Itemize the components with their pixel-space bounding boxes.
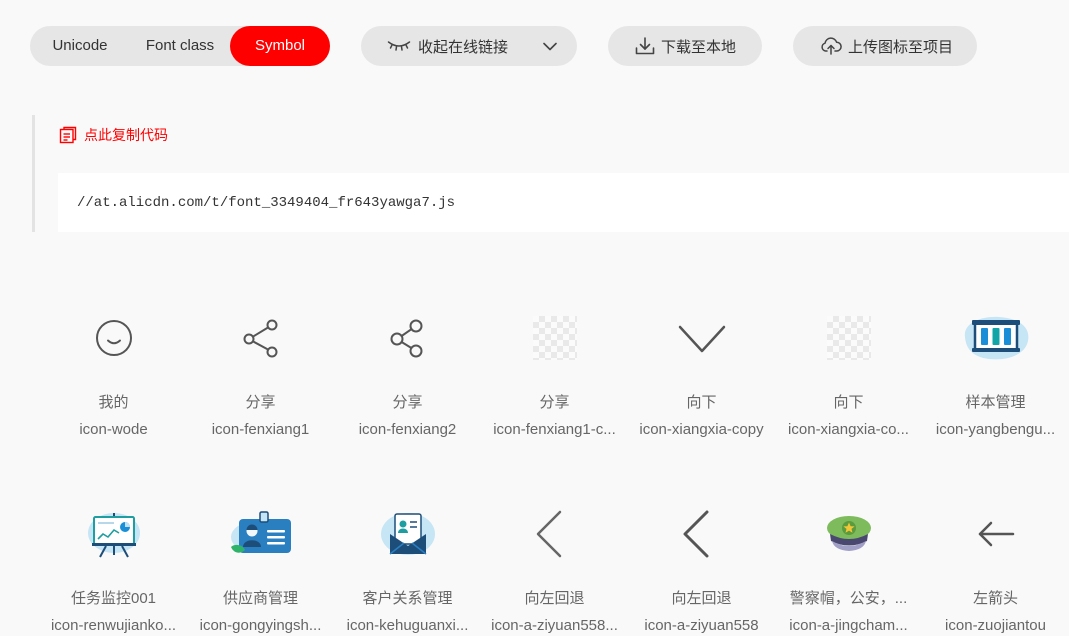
code-block: 点此复制代码 //at.alicdn.com/t/font_3349404_fr… xyxy=(32,115,1069,232)
icon-card[interactable]: 样本管理 icon-yangbengu... xyxy=(922,300,1069,440)
tab-symbol[interactable]: Symbol xyxy=(230,26,330,66)
icon-card-name: 分享 xyxy=(539,394,570,411)
icon-preview xyxy=(628,300,775,376)
icon-card-name: 向下 xyxy=(686,394,717,411)
chevron-down-icon xyxy=(678,325,725,353)
icon-card-code: icon-xiangxia-copy xyxy=(639,421,764,438)
icon-card-code: icon-yangbengu... xyxy=(935,421,1056,438)
icon-card-name: 向下 xyxy=(833,394,864,411)
icon-card[interactable]: 任务监控001 icon-renwujianko... xyxy=(40,496,187,636)
icon-preview xyxy=(334,300,481,376)
icon-preview xyxy=(628,496,775,572)
icon-card[interactable]: 向下 icon-xiangxia-co... xyxy=(775,300,922,440)
download-local-label: 下载至本地 xyxy=(661,38,737,56)
icon-card-code: icon-fenxiang1-c... xyxy=(493,421,616,438)
icon-preview xyxy=(481,300,628,376)
icon-preview xyxy=(922,300,1069,376)
collapse-online-link-label: 收起在线链接 xyxy=(418,38,509,56)
collapse-online-link-button[interactable]: 收起在线链接 xyxy=(361,26,577,66)
icon-card[interactable]: 客户关系管理 icon-kehuguanxi... xyxy=(334,496,481,636)
customer-envelope-icon xyxy=(380,513,435,555)
icon-card-name: 样本管理 xyxy=(965,394,1026,411)
chevron-left-icon xyxy=(536,510,561,558)
icon-card-name: 分享 xyxy=(392,394,423,411)
icon-card[interactable]: 分享 icon-fenxiang1 xyxy=(187,300,334,440)
icon-card-code: icon-a-ziyuan558 xyxy=(644,617,759,634)
icon-preview xyxy=(40,300,187,376)
icon-card-code: icon-gongyingsh... xyxy=(199,617,322,634)
icon-preview xyxy=(40,496,187,572)
icon-card-name: 任务监控001 xyxy=(70,590,157,607)
supplier-card-icon xyxy=(230,511,291,553)
format-tabs: Unicode Font class Symbol xyxy=(30,26,330,66)
code-snippet: //at.alicdn.com/t/font_3349404_fr643yawg… xyxy=(58,173,1069,232)
icon-card-code: icon-a-jingcham... xyxy=(789,617,908,634)
copy-code-link[interactable]: 点此复制代码 xyxy=(59,125,168,145)
icon-preview xyxy=(334,496,481,572)
download-icon xyxy=(635,37,655,55)
icon-card-code: icon-renwujianko... xyxy=(50,617,177,634)
icon-card-name: 警察帽，公安，... xyxy=(789,590,908,607)
icon-card-code: icon-fenxiang2 xyxy=(358,421,457,438)
chevron-left-icon xyxy=(683,510,708,558)
icon-preview xyxy=(775,496,922,572)
icon-card[interactable]: 分享 icon-fenxiang2 xyxy=(334,300,481,440)
chevron-down-icon xyxy=(543,42,557,51)
copy-code-label: 点此复制代码 xyxy=(84,127,168,143)
icon-preview xyxy=(187,300,334,376)
upload-to-project-button[interactable]: 上传图标至项目 xyxy=(793,26,977,66)
icon-card-code: icon-fenxiang1 xyxy=(211,421,310,438)
icon-card-code: icon-xiangxia-co... xyxy=(788,421,909,438)
icon-card-name: 向左回退 xyxy=(671,590,732,607)
police-cap-icon xyxy=(826,516,871,551)
icon-preview xyxy=(922,496,1069,572)
sample-management-icon xyxy=(964,316,1028,360)
transparent-placeholder-icon xyxy=(532,316,577,360)
tab-font-class[interactable]: Font class xyxy=(130,26,230,66)
icon-card-name: 向左回退 xyxy=(524,590,585,607)
icon-card[interactable]: 左箭头 icon-zuojiantou xyxy=(922,496,1069,636)
share-icon xyxy=(390,319,422,358)
eye-closed-icon xyxy=(387,41,411,51)
icon-card[interactable]: 供应商管理 icon-gongyingsh... xyxy=(187,496,334,636)
icon-card[interactable]: 我的 icon-wode xyxy=(40,300,187,440)
smile-icon xyxy=(95,320,132,356)
icon-card[interactable]: 向下 icon-xiangxia-copy xyxy=(628,300,775,440)
icon-preview xyxy=(481,496,628,572)
copy-icon xyxy=(59,126,77,144)
icon-card-name: 供应商管理 xyxy=(222,590,298,607)
icon-preview xyxy=(187,496,334,572)
tab-unicode[interactable]: Unicode xyxy=(30,26,130,66)
icon-card[interactable]: 警察帽，公安，... icon-a-jingcham... xyxy=(775,496,922,636)
icon-card[interactable]: 分享 icon-fenxiang1-c... xyxy=(481,300,628,440)
icon-card-code: icon-a-ziyuan558... xyxy=(491,617,618,634)
icon-card-name: 我的 xyxy=(98,394,129,411)
share-icon xyxy=(243,319,277,358)
icon-card[interactable]: 向左回退 icon-a-ziyuan558 xyxy=(628,496,775,636)
arrow-left-icon xyxy=(978,521,1014,547)
task-monitor-icon xyxy=(87,513,140,558)
upload-to-project-label: 上传图标至项目 xyxy=(848,38,954,56)
icon-card-code: icon-kehuguanxi... xyxy=(346,617,469,634)
transparent-placeholder-icon xyxy=(826,316,871,360)
download-local-button[interactable]: 下载至本地 xyxy=(608,26,762,66)
icon-card[interactable]: 向左回退 icon-a-ziyuan558... xyxy=(481,496,628,636)
icon-card-name: 分享 xyxy=(245,394,276,411)
icon-card-code: icon-zuojiantou xyxy=(945,617,1046,634)
icon-card-name: 客户关系管理 xyxy=(362,590,453,607)
icon-card-name: 左箭头 xyxy=(972,590,1018,607)
cloud-upload-icon xyxy=(821,37,842,55)
icon-grid: 我的 icon-wode 分享 icon-fenxiang1 分享 icon-f… xyxy=(40,300,1069,636)
icon-card-code: icon-wode xyxy=(79,421,148,438)
icon-preview xyxy=(775,300,922,376)
